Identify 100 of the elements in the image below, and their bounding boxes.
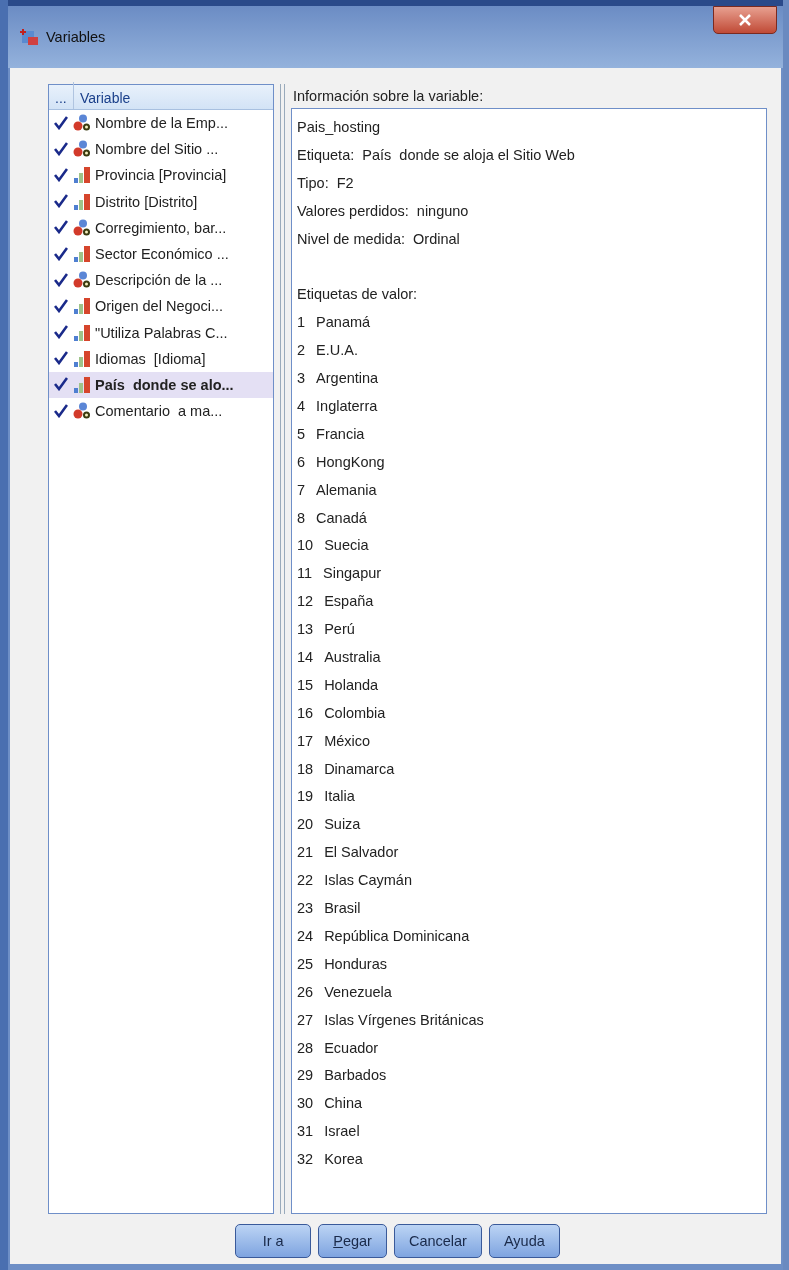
- bar-chart-icon: [73, 245, 91, 264]
- value-label: Alemania: [316, 480, 377, 500]
- value-label: Colombia: [324, 703, 386, 723]
- value-label: Israel: [324, 1122, 360, 1142]
- variable-item[interactable]: Distrito [Distrito]: [49, 188, 273, 215]
- variable-item[interactable]: Nombre del Sitio ...: [49, 136, 273, 163]
- nominal-variable-icon: [73, 114, 91, 133]
- checkbox[interactable]: [54, 272, 69, 288]
- variable-name: Descripción de la ...: [95, 272, 223, 289]
- dialog-button[interactable]: Ayuda: [488, 1224, 560, 1258]
- value-label: Korea: [324, 1150, 363, 1170]
- value-code: 30: [297, 1094, 314, 1114]
- value-label: Perú: [324, 620, 355, 640]
- value-code: 1: [297, 313, 306, 333]
- value-label: Italia: [324, 787, 355, 807]
- variable-name: Sector Económico ...: [95, 246, 229, 263]
- variable-item[interactable]: Provincia [Provincia]: [49, 162, 273, 189]
- variable-item[interactable]: Descripción de la ...: [49, 267, 273, 294]
- value-label: Islas Caymán: [324, 871, 412, 891]
- variable-item[interactable]: Idiomas [Idioma]: [49, 345, 273, 372]
- value-code: 20: [297, 815, 314, 835]
- variable-item[interactable]: Comentario a ma...: [49, 398, 273, 425]
- info-line: Pais_hosting: [297, 118, 382, 137]
- checkbox[interactable]: [54, 167, 69, 183]
- dialog-button[interactable]: Pegar: [318, 1224, 387, 1258]
- value-label: El Salvador: [324, 843, 399, 863]
- value-code: 24: [297, 926, 314, 946]
- value-label: Australia: [324, 648, 381, 668]
- section-heading: Etiquetas de valor:: [297, 285, 419, 305]
- value-code: 4: [297, 397, 306, 416]
- checkbox[interactable]: [54, 325, 69, 341]
- info-line: Tipo: F2: [297, 173, 355, 193]
- checkbox[interactable]: [54, 246, 69, 262]
- value-code: 14: [297, 648, 314, 668]
- value-code: 27: [297, 1010, 314, 1030]
- bar-chart-icon: [73, 192, 91, 211]
- panel-heading: Información sobre la variable:: [292, 87, 485, 106]
- checkbox[interactable]: [54, 298, 69, 314]
- value-label: HongKong: [316, 452, 385, 472]
- variable-item[interactable]: Corregimiento, bar...: [49, 214, 273, 241]
- bar-chart-icon: [73, 297, 91, 316]
- window-title: Variables: [46, 29, 106, 45]
- value-code: 29: [297, 1066, 314, 1086]
- checkbox[interactable]: [54, 377, 69, 393]
- nominal-variable-icon: [73, 271, 91, 290]
- variable-item[interactable]: "Utiliza Palabras C...: [49, 319, 273, 346]
- value-code: 25: [297, 954, 314, 974]
- variable-item[interactable]: País donde se alo...: [49, 371, 273, 399]
- checkbox[interactable]: [54, 220, 69, 236]
- value-code: 7: [297, 480, 306, 500]
- variable-name: Distrito [Distrito]: [95, 193, 198, 210]
- column-header: ...: [49, 82, 74, 109]
- variable-name: Comentario a ma...: [95, 403, 223, 420]
- value-code: 32: [297, 1150, 314, 1170]
- value-label: Suecia: [324, 536, 369, 556]
- nominal-variable-icon: [73, 218, 91, 237]
- close-button[interactable]: [713, 6, 777, 34]
- value-code: 17: [297, 731, 314, 751]
- variable-name: Provincia [Provincia]: [95, 167, 227, 184]
- value-label: Panamá: [316, 313, 371, 333]
- checkbox[interactable]: [54, 115, 69, 131]
- checkbox[interactable]: [54, 194, 69, 210]
- dialog-button[interactable]: Cancelar: [393, 1224, 482, 1258]
- value-label: Ecuador: [324, 1038, 379, 1058]
- bar-chart-icon: [73, 375, 91, 394]
- value-label: Barbados: [324, 1066, 387, 1086]
- value-code: 12: [297, 592, 314, 612]
- value-label: Canadá: [316, 508, 367, 528]
- value-label: Argentina: [316, 369, 379, 389]
- value-label: Honduras: [324, 954, 387, 974]
- value-label: Singapur: [323, 564, 382, 584]
- checkbox[interactable]: [54, 403, 69, 419]
- variable-item[interactable]: Sector Económico ...: [49, 240, 273, 268]
- variable-name: Nombre del Sitio ...: [95, 141, 219, 158]
- checkbox[interactable]: [54, 351, 69, 367]
- value-code: 22: [297, 871, 314, 891]
- variable-item[interactable]: Origen del Negoci...: [49, 293, 273, 320]
- variable-name: "Utiliza Palabras C...: [95, 324, 228, 341]
- value-label: Venezuela: [324, 982, 392, 1002]
- close-icon: [739, 14, 751, 26]
- nominal-variable-icon: [73, 140, 91, 159]
- value-code: 19: [297, 787, 314, 807]
- value-label: Holanda: [324, 675, 379, 695]
- value-label: Suiza: [324, 815, 361, 835]
- value-label: Brasil: [324, 899, 361, 919]
- value-label: Inglaterra: [316, 397, 378, 416]
- bar-chart-icon: [73, 323, 91, 342]
- column-header: Variable: [79, 90, 132, 108]
- info-line: Valores perdidos: ninguno: [297, 201, 470, 221]
- dialog-button[interactable]: Ir a: [235, 1224, 312, 1258]
- variable-item[interactable]: Nombre de la Emp...: [49, 110, 273, 137]
- variable-name: Origen del Negoci...: [95, 298, 224, 315]
- value-code: 10: [297, 536, 314, 556]
- value-code: 8: [297, 508, 306, 528]
- checkbox[interactable]: [54, 141, 69, 157]
- value-label: Dinamarca: [324, 759, 395, 779]
- value-code: 21: [297, 843, 314, 863]
- value-label: China: [324, 1094, 363, 1114]
- value-code: 18: [297, 759, 314, 779]
- nominal-variable-icon: [73, 402, 91, 421]
